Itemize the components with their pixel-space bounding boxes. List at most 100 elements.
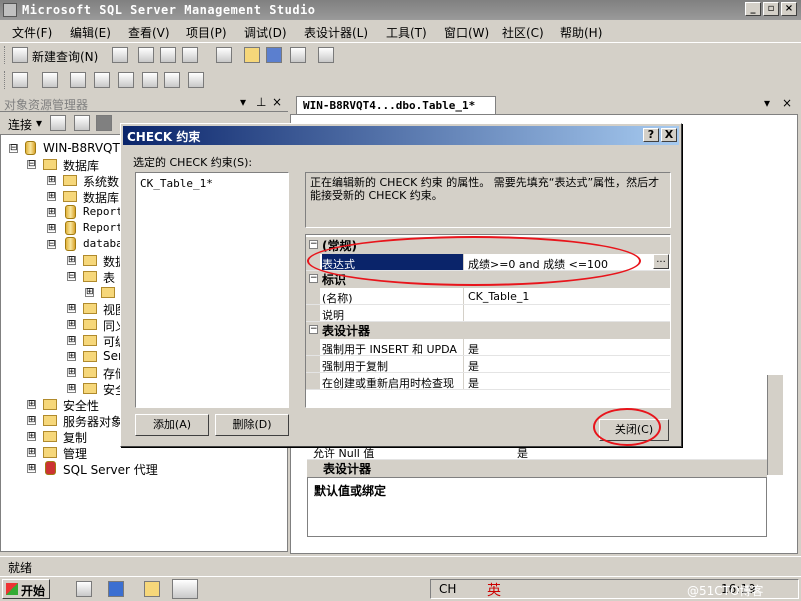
expression-value[interactable]: 成绩>=0 and 成绩 <=100: [466, 254, 670, 270]
powershell-icon[interactable]: [108, 581, 124, 597]
property-value[interactable]: 是: [466, 356, 670, 372]
collapse-toggle[interactable]: ⊟: [47, 240, 56, 249]
collapse-toggle[interactable]: ⊟: [67, 272, 76, 281]
expand-toggle[interactable]: ⊞: [47, 192, 56, 201]
new-file-icon[interactable]: [112, 47, 128, 63]
expand-toggle[interactable]: ⊞: [27, 464, 36, 473]
generate-script-icon[interactable]: [12, 72, 28, 88]
close-window-button[interactable]: ×: [781, 2, 797, 16]
activity-monitor-icon[interactable]: [318, 47, 334, 63]
menu-help[interactable]: 帮助(H): [560, 24, 602, 41]
disconnect-icon[interactable]: [74, 115, 90, 131]
expand-toggle[interactable]: ⊞: [47, 208, 56, 217]
menu-window[interactable]: 窗口(W): [444, 24, 489, 41]
toolbar-grip[interactable]: [4, 71, 7, 89]
menu-debug[interactable]: 调试(D): [244, 24, 287, 41]
expand-toggle[interactable]: ⊞: [47, 176, 56, 185]
menu-project[interactable]: 项目(P): [186, 24, 227, 41]
server-manager-icon[interactable]: [76, 581, 92, 597]
property-value[interactable]: CK_Table_1: [466, 288, 670, 304]
new-query-button[interactable]: 新建查询(N): [32, 48, 98, 65]
minimize-button[interactable]: _: [745, 2, 761, 16]
open-folder-icon[interactable]: [244, 47, 260, 63]
ime-mode[interactable]: 英: [487, 580, 501, 600]
print-icon[interactable]: [290, 47, 306, 63]
xml-index-icon[interactable]: [142, 72, 158, 88]
check-constraint-icon[interactable]: [164, 72, 180, 88]
expand-toggle[interactable]: ⊞: [67, 336, 76, 345]
mdx-query-icon[interactable]: [138, 47, 154, 63]
ellipsis-button[interactable]: ...: [653, 254, 669, 269]
category-general[interactable]: − (常规): [306, 237, 670, 254]
expand-toggle[interactable]: ⊞: [67, 368, 76, 377]
expand-toggle[interactable]: ⊞: [47, 224, 56, 233]
xmla-query-icon[interactable]: [182, 47, 198, 63]
close-icon[interactable]: ×: [272, 95, 282, 109]
close-button[interactable]: 关闭(C): [599, 419, 669, 441]
property-row-check-existing[interactable]: 在创建或重新启用时检查现 是: [306, 373, 670, 390]
expand-toggle[interactable]: ⊞: [67, 256, 76, 265]
dmx-query-icon[interactable]: [160, 47, 176, 63]
collapse-toggle[interactable]: ⊟: [9, 144, 18, 153]
constraint-list[interactable]: CK_Table_1*: [135, 172, 289, 408]
toolbar-grip[interactable]: [4, 46, 7, 64]
expand-toggle[interactable]: ⊞: [27, 400, 36, 409]
property-row-allow-null[interactable]: 允许 Null 值 是: [307, 445, 767, 460]
vertical-scrollbar[interactable]: [767, 375, 783, 475]
ssms-taskbar-button[interactable]: [172, 579, 198, 599]
add-button[interactable]: 添加(A): [135, 414, 209, 436]
collapse-toggle[interactable]: −: [309, 240, 318, 249]
expand-toggle[interactable]: ⊞: [67, 320, 76, 329]
category-identity[interactable]: − 标识: [306, 271, 670, 288]
property-row-name[interactable]: (名称) CK_Table_1: [306, 288, 670, 305]
expand-toggle[interactable]: ⊞: [67, 304, 76, 313]
expand-toggle[interactable]: ⊞: [27, 416, 36, 425]
save-icon[interactable]: [266, 47, 282, 63]
list-item[interactable]: CK_Table_1*: [140, 177, 213, 190]
pin-icon[interactable]: ⊥: [256, 95, 266, 109]
help-button[interactable]: ?: [643, 128, 659, 142]
expand-toggle[interactable]: ⊞: [67, 352, 76, 361]
dropdown-icon[interactable]: ▾: [240, 95, 246, 109]
category-table-designer[interactable]: − 表设计器: [306, 322, 670, 339]
property-row-enforce-replication[interactable]: 强制用于复制 是: [306, 356, 670, 373]
menu-view[interactable]: 查看(V): [128, 24, 170, 41]
collapse-toggle[interactable]: ⊟: [27, 160, 36, 169]
relationships-icon[interactable]: [70, 72, 86, 88]
dialog-close-button[interactable]: X: [661, 128, 677, 142]
collapse-toggle[interactable]: −: [309, 325, 318, 334]
menu-file[interactable]: 文件(F): [12, 24, 52, 41]
tab-table-designer[interactable]: WIN-B8RVQT4...dbo.Table_1*: [296, 96, 496, 114]
fulltext-icon[interactable]: [118, 72, 134, 88]
primary-key-icon[interactable]: [42, 72, 58, 88]
property-value[interactable]: 是: [466, 373, 670, 389]
property-value[interactable]: 是: [466, 339, 670, 355]
collapse-toggle[interactable]: −: [309, 274, 318, 283]
indexes-icon[interactable]: [94, 72, 110, 88]
menu-tools[interactable]: 工具(T): [386, 24, 427, 41]
chevron-down-icon[interactable]: ▾: [764, 96, 770, 110]
start-button[interactable]: 开始: [2, 579, 50, 599]
stop-icon[interactable]: [96, 115, 112, 131]
property-row-description[interactable]: 说明: [306, 305, 670, 322]
spatial-index-icon[interactable]: [188, 72, 204, 88]
ime-indicator[interactable]: CH: [439, 582, 456, 596]
property-value[interactable]: [466, 305, 670, 321]
close-icon[interactable]: ×: [782, 96, 792, 110]
menu-table-designer[interactable]: 表设计器(L): [304, 24, 368, 41]
connect-button[interactable]: 连接: [8, 116, 32, 133]
chevron-down-icon[interactable]: ▾: [36, 116, 42, 130]
menu-community[interactable]: 社区(C): [502, 24, 544, 41]
connect-icon[interactable]: [50, 115, 66, 131]
expand-toggle[interactable]: ⊞: [27, 432, 36, 441]
property-row-enforce-insert[interactable]: 强制用于 INSERT 和 UPDA 是: [306, 339, 670, 356]
expand-toggle[interactable]: ⊞: [27, 448, 36, 457]
document-icon[interactable]: [216, 47, 232, 63]
expand-toggle[interactable]: ⊞: [67, 384, 76, 393]
property-row-expression[interactable]: 表达式 成绩>=0 and 成绩 <=100 ...: [306, 254, 670, 271]
expand-toggle[interactable]: ⊞: [85, 288, 94, 297]
explorer-icon[interactable]: [144, 581, 160, 597]
delete-button[interactable]: 删除(D): [215, 414, 289, 436]
restore-button[interactable]: ▫: [763, 2, 779, 16]
menu-edit[interactable]: 编辑(E): [70, 24, 111, 41]
